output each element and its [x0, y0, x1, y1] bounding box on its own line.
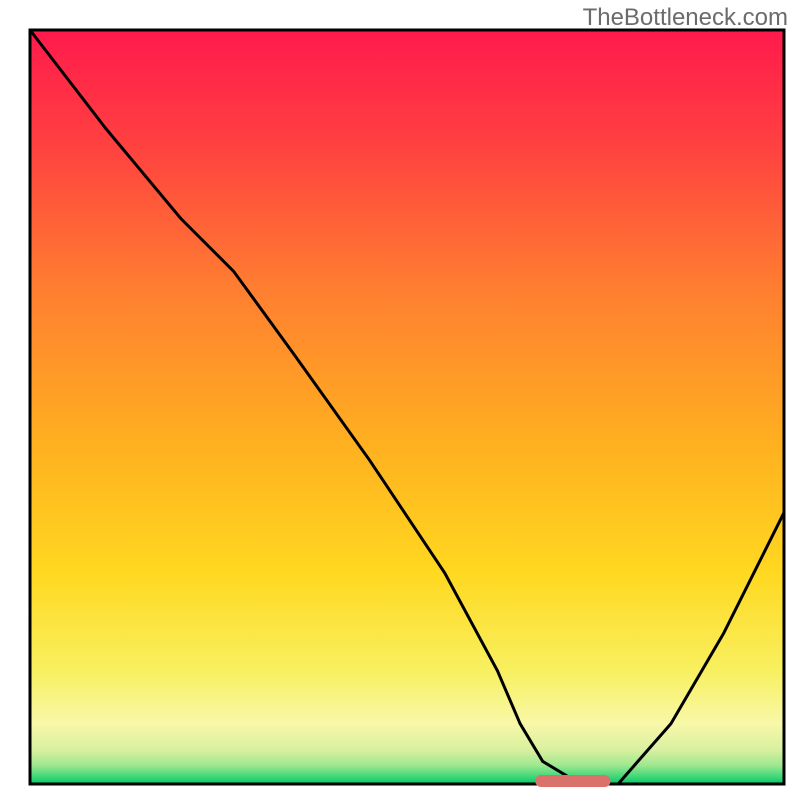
bottleneck-chart: TheBottleneck.com: [0, 0, 800, 800]
gradient-background: [30, 30, 784, 784]
optimum-marker: [535, 775, 610, 787]
plot-svg: [0, 0, 800, 800]
watermark-text: TheBottleneck.com: [583, 4, 788, 32]
